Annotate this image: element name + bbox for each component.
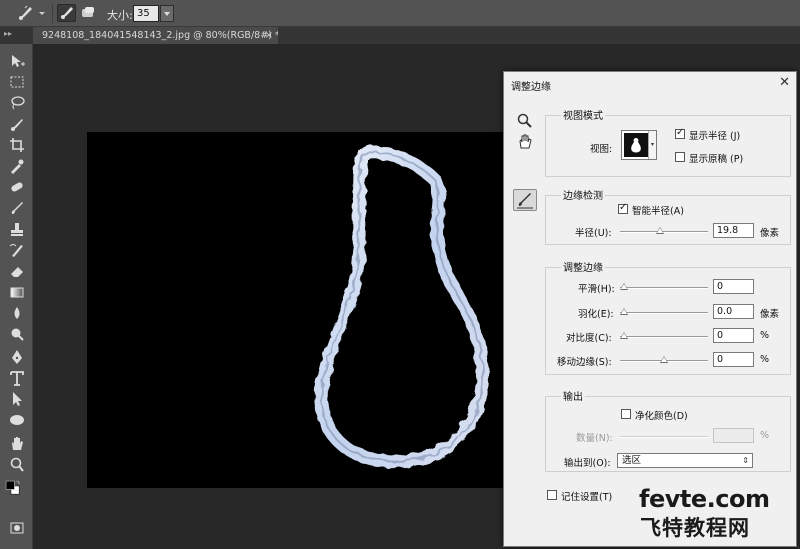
shift-edge-slider-thumb[interactable] [660, 356, 668, 363]
chevron-down-icon[interactable]: ▾ [648, 131, 656, 159]
document-canvas[interactable] [87, 132, 507, 488]
brush-icon[interactable] [8, 199, 26, 217]
size-dropdown-button[interactable] [160, 5, 174, 22]
feather-label: 羽化(E): [578, 309, 614, 320]
crop-icon[interactable] [8, 136, 26, 154]
quick-selection-brush-icon[interactable] [16, 4, 36, 22]
smooth-slider-thumb[interactable] [620, 283, 628, 290]
contrast-slider-thumb[interactable] [620, 332, 628, 339]
radius-slider[interactable] [620, 227, 708, 234]
eyedropper-icon[interactable] [8, 157, 26, 175]
refine-radius-tool-button[interactable] [513, 189, 537, 211]
shift-edge-input[interactable]: 0 [713, 352, 754, 367]
quick-selection-icon[interactable] [8, 115, 26, 133]
show-radius-label: 显示半径 (J) [689, 131, 741, 142]
adjust-edge-title: 调整边缘 [561, 259, 605, 274]
shape-icon[interactable] [8, 411, 26, 429]
view-selector[interactable]: ▾ [621, 130, 657, 160]
eraser-icon[interactable] [8, 262, 26, 280]
radius-label: 半径(U): [575, 228, 612, 239]
feather-slider-thumb[interactable] [620, 308, 628, 315]
document-tab-bar: 9248108_184041548143_2.jpg @ 80%(RGB/8#)… [0, 27, 800, 44]
options-separator [52, 4, 53, 23]
pear-edge-image [315, 145, 490, 469]
view-preview [624, 133, 648, 157]
dialog-title: 调整边缘 [511, 82, 551, 93]
hand-icon[interactable] [8, 434, 26, 452]
updown-arrows-icon: ⇕ [742, 456, 749, 465]
radius-slider-thumb[interactable] [656, 227, 664, 234]
marquee-icon[interactable] [8, 73, 26, 91]
remember-settings-label: 记住设置(T) [561, 492, 613, 503]
amount-input [713, 428, 754, 443]
contrast-label: 对比度(C): [566, 333, 612, 344]
edge-detection-title: 边缘检测 [561, 187, 605, 202]
new-selection-brush-button[interactable] [57, 4, 76, 22]
healing-icon[interactable] [8, 178, 26, 196]
refine-radius-brush-icon [517, 193, 533, 209]
tool-preset-dropdown[interactable] [38, 4, 46, 22]
view-mode-group [545, 115, 791, 177]
close-icon[interactable]: ✕ [779, 75, 790, 90]
feather-input[interactable]: 0.0 [713, 304, 754, 319]
shift-edge-slider[interactable] [620, 356, 708, 363]
document-tab[interactable]: 9248108_184041548143_2.jpg @ 80%(RGB/8#)… [33, 27, 278, 44]
smooth-input[interactable]: 0 [713, 279, 754, 294]
zoom-icon[interactable] [8, 456, 26, 474]
watermark-site: fevte.com [639, 485, 770, 513]
shift-edge-label: 移动边缘(S): [557, 357, 612, 368]
lasso-icon[interactable] [8, 94, 26, 112]
feather-slider[interactable] [620, 308, 708, 315]
move-icon[interactable] [8, 52, 26, 70]
amount-label: 数量(N): [576, 433, 613, 444]
contrast-input[interactable]: 0 [713, 328, 754, 343]
radius-unit: 像素 [760, 228, 780, 239]
decontaminate-checkbox[interactable] [621, 409, 631, 419]
contrast-slider[interactable] [620, 332, 708, 339]
smooth-label: 平滑(H): [578, 284, 615, 295]
smart-radius-checkbox[interactable] [618, 202, 628, 214]
zoom-icon[interactable] [516, 112, 534, 130]
tab-close-icon[interactable]: × [265, 27, 273, 44]
dodge-icon[interactable] [8, 325, 26, 343]
show-radius-checkbox[interactable] [675, 127, 685, 139]
output-title: 输出 [561, 388, 585, 403]
contrast-unit: % [760, 330, 770, 341]
options-bar: 大小: 35 [0, 0, 800, 27]
amount-slider [620, 436, 708, 438]
show-original-checkbox[interactable] [675, 152, 685, 162]
output-to-value: 选区 [622, 455, 642, 466]
shift-edge-unit: % [760, 354, 770, 365]
view-mode-title: 视图模式 [561, 107, 605, 122]
size-label: 大小: [107, 9, 133, 22]
collapse-panels-icon[interactable]: ▸▸ [4, 29, 12, 38]
blur-icon[interactable] [8, 304, 26, 322]
watermark-name: 飞特教程网 [640, 516, 750, 540]
output-to-label: 输出到(O): [564, 458, 611, 469]
path-selection-icon[interactable] [8, 390, 26, 408]
output-to-select[interactable]: 选区 ⇕ [617, 453, 753, 468]
pen-icon[interactable] [8, 348, 26, 366]
refine-edge-dialog: 调整边缘 ✕ 视图模式 视图: ▾ 显示半径 (J) 显示原稿 (P) 边缘检测… [503, 71, 797, 547]
amount-unit: % [760, 430, 770, 441]
smooth-slider[interactable] [620, 283, 708, 290]
decontaminate-label: 净化颜色(D) [635, 411, 688, 422]
feather-unit: 像素 [760, 309, 780, 320]
smart-radius-label: 智能半径(A) [632, 206, 684, 217]
quick-mask-icon[interactable] [8, 519, 26, 537]
tools-panel [0, 44, 33, 549]
document-tab-title: 9248108_184041548143_2.jpg @ 80%(RGB/8#)… [42, 30, 278, 41]
history-brush-icon[interactable] [8, 241, 26, 259]
gradient-icon[interactable] [8, 283, 26, 301]
view-label: 视图: [590, 144, 613, 155]
show-original-label: 显示原稿 (P) [689, 154, 744, 165]
subtract-selection-brush-button[interactable] [78, 4, 98, 22]
type-icon[interactable] [8, 369, 26, 387]
stamp-icon[interactable] [8, 220, 26, 238]
remember-settings-checkbox[interactable] [547, 490, 557, 500]
color-swatches[interactable] [4, 479, 30, 505]
radius-input[interactable]: 19.8 [713, 223, 754, 238]
hand-icon[interactable] [516, 132, 534, 150]
size-input[interactable]: 35 [133, 5, 159, 22]
